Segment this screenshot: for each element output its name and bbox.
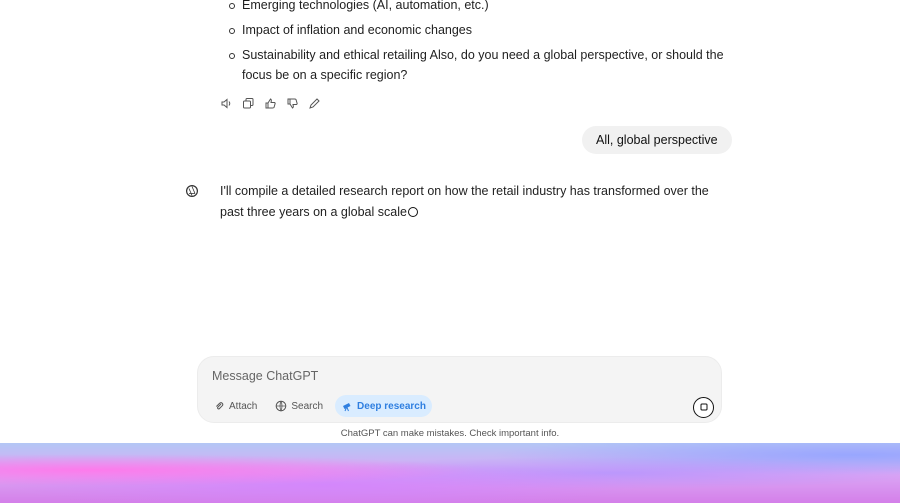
message-actions (220, 95, 321, 111)
user-message: All, global perspective (582, 126, 732, 154)
deep-research-label: Deep research (357, 400, 426, 412)
stop-button[interactable] (693, 397, 714, 418)
deep-research-button[interactable]: Deep research (335, 395, 432, 417)
thumbs-down-icon[interactable] (286, 97, 299, 110)
assistant-logo-icon (185, 184, 199, 198)
bullet-item: Emerging technologies (AI, automation, e… (220, 0, 730, 15)
thumbs-up-icon[interactable] (264, 97, 277, 110)
chat-app: Emerging technologies (AI, automation, e… (0, 0, 900, 443)
edit-icon[interactable] (308, 97, 321, 110)
assistant-message: I'll compile a detailed research report … (220, 181, 720, 223)
attach-label: Attach (229, 400, 258, 412)
search-button[interactable]: Search (269, 395, 329, 417)
composer-tools: Attach Search Deep research (208, 395, 432, 417)
speaker-icon[interactable] (220, 97, 233, 110)
telescope-icon (341, 400, 353, 412)
search-label: Search (291, 400, 324, 412)
bullet-item: Impact of inflation and economic changes (220, 20, 730, 40)
paperclip-icon (214, 401, 225, 412)
copy-icon[interactable] (242, 97, 255, 110)
stop-icon (699, 399, 709, 417)
disclaimer: ChatGPT can make mistakes. Check importa… (340, 428, 560, 439)
assistant-message-text: I'll compile a detailed research report … (220, 184, 709, 219)
message-composer: Attach Search Deep resea (197, 356, 722, 423)
research-focus-list: Emerging technologies (AI, automation, e… (220, 0, 730, 90)
globe-icon (275, 400, 287, 412)
desktop-background (0, 443, 900, 503)
bullet-item: Sustainability and ethical retailing Als… (220, 45, 730, 85)
typing-cursor-icon (407, 207, 418, 217)
attach-button[interactable]: Attach (208, 395, 263, 417)
message-input[interactable] (210, 366, 574, 386)
